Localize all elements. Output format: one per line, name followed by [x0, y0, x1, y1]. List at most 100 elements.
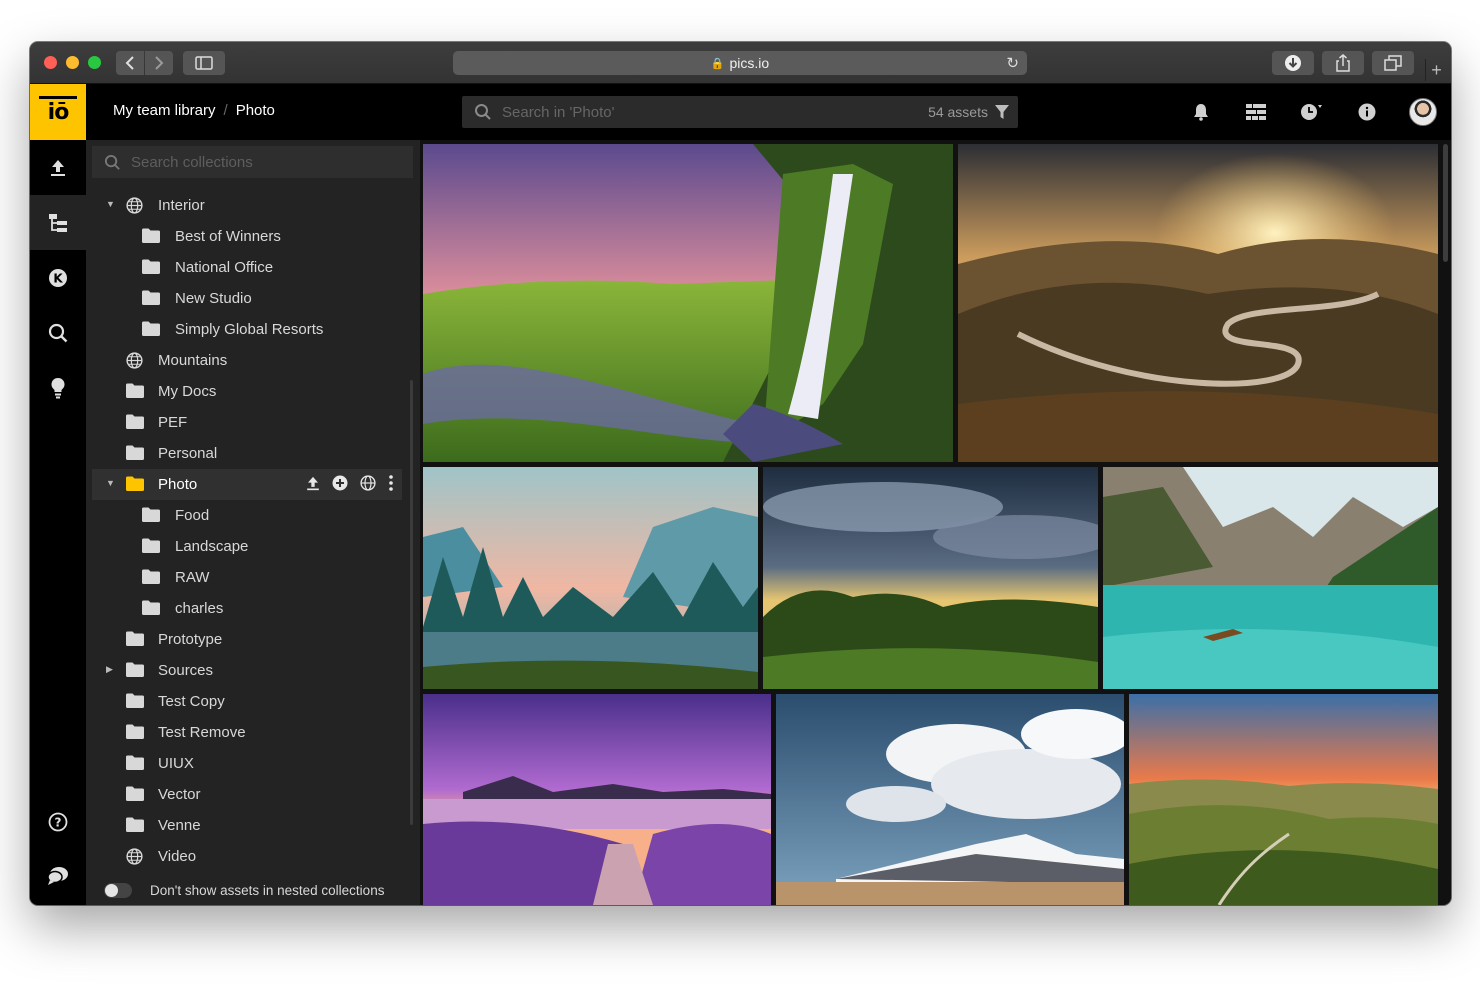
chat-icon [47, 866, 68, 885]
close-window-button[interactable] [44, 56, 57, 69]
collection-item[interactable]: Test Copy [92, 686, 402, 717]
caret-right-icon[interactable]: ▶ [106, 664, 116, 675]
collection-item[interactable]: Simply Global Resorts [92, 314, 402, 345]
collection-item[interactable]: Video [92, 841, 402, 872]
collection-item[interactable]: Food [92, 500, 402, 531]
collection-label: Food [175, 507, 210, 524]
breadcrumb-current: Photo [235, 102, 275, 119]
clock-icon [1301, 104, 1322, 120]
folder-icon [142, 538, 160, 554]
tabs-icon [1384, 55, 1402, 71]
collection-item[interactable]: Vector [92, 779, 402, 810]
asset-thumbnail[interactable] [1103, 467, 1438, 689]
rail-ideas-button[interactable] [30, 360, 86, 415]
asset-thumbnail[interactable] [423, 694, 771, 905]
add-subcollection-icon[interactable] [332, 475, 348, 495]
breadcrumb-library[interactable]: My team library [113, 102, 216, 119]
nested-assets-label: Don't show assets in nested collections [150, 882, 385, 898]
collection-item[interactable]: charles [92, 593, 402, 624]
collection-item[interactable]: ▼ Photo [92, 469, 402, 500]
collection-item[interactable]: RAW [92, 562, 402, 593]
collections-search-input[interactable] [131, 153, 391, 171]
asset-thumbnail[interactable] [763, 467, 1098, 689]
rail-chat-button[interactable] [30, 848, 86, 903]
nested-assets-toggle[interactable] [104, 882, 132, 898]
more-options-icon[interactable] [388, 475, 394, 495]
collection-item[interactable]: Prototype [92, 624, 402, 655]
collection-item[interactable]: Mountains [92, 345, 402, 376]
help-icon: ? [48, 812, 68, 831]
notifications-button[interactable] [1189, 100, 1213, 124]
maximize-window-button[interactable] [88, 56, 101, 69]
rail-upload-button[interactable] [30, 140, 86, 195]
search-icon [48, 323, 68, 342]
collection-item[interactable]: Best of Winners [92, 221, 402, 252]
collections-scrollbar[interactable] [410, 380, 413, 825]
rail-help-button[interactable]: ? [30, 794, 86, 849]
winding-road-photo [958, 144, 1438, 462]
collection-label: My Docs [158, 383, 217, 400]
folder-icon [126, 724, 144, 740]
collection-item[interactable]: UIUX [92, 748, 402, 779]
share-button[interactable] [1322, 51, 1364, 75]
folder-icon [142, 321, 160, 337]
rail-keywords-button[interactable]: K [30, 250, 86, 305]
folder-icon [126, 693, 144, 709]
collection-item[interactable]: ▶ Sources [92, 655, 402, 686]
asset-thumbnail[interactable] [958, 144, 1438, 462]
collection-label: Interior [158, 197, 205, 214]
caret-down-icon[interactable]: ▼ [106, 478, 116, 488]
lavender-lake-photo [423, 694, 771, 905]
collection-item[interactable]: National Office [92, 252, 402, 283]
filter-icon[interactable] [994, 104, 1010, 120]
collection-label: Personal [158, 445, 218, 462]
collection-item[interactable]: New Studio [92, 283, 402, 314]
asset-search-input[interactable] [502, 103, 882, 121]
avatar[interactable] [1409, 98, 1437, 126]
picsio-logo[interactable]: iō [30, 84, 86, 140]
sidebar-toggle-button[interactable] [183, 51, 225, 75]
mountain-lake-photo [1103, 467, 1438, 689]
keywords-icon: K [49, 268, 67, 287]
folder-icon [126, 817, 144, 833]
collection-label: Test Remove [158, 724, 246, 741]
folder-icon [142, 569, 160, 585]
minimize-window-button[interactable] [66, 56, 79, 69]
collection-item[interactable]: My Docs [92, 376, 402, 407]
address-bar[interactable]: 🔒 pics.io ↻ [453, 51, 1027, 75]
history-button[interactable] [1300, 100, 1324, 124]
folder-icon [126, 445, 144, 461]
collection-item[interactable]: Venne [92, 810, 402, 841]
chevron-right-icon [155, 56, 164, 70]
collection-item[interactable]: Personal [92, 438, 402, 469]
collection-label: New Studio [175, 290, 252, 307]
asset-thumbnail[interactable] [423, 144, 953, 462]
asset-thumbnail[interactable] [423, 467, 758, 689]
browser-toolbar: 🔒 pics.io ↻ + [30, 42, 1451, 84]
tab-overview-button[interactable] [1372, 51, 1414, 75]
collection-item[interactable]: ▼ Interior [92, 190, 402, 221]
rail-collections-button[interactable] [30, 195, 86, 250]
website-icon[interactable] [360, 475, 376, 495]
grid-scrollbar[interactable] [1443, 144, 1448, 262]
collection-label: Best of Winners [175, 228, 281, 245]
downloads-button[interactable] [1272, 51, 1314, 75]
info-button[interactable] [1355, 100, 1379, 124]
valley-river-photo [423, 467, 758, 689]
asset-thumbnail[interactable] [776, 694, 1124, 905]
reload-icon[interactable]: ↻ [1006, 54, 1019, 72]
caret-down-icon[interactable]: ▼ [106, 199, 116, 209]
collection-label: National Office [175, 259, 274, 276]
back-button[interactable] [116, 51, 144, 75]
new-tab-button[interactable]: + [1425, 59, 1447, 81]
upload-to-collection-icon[interactable] [306, 476, 320, 495]
asset-grid [420, 140, 1451, 905]
forest-sunrays-photo [763, 467, 1098, 689]
view-mode-button[interactable] [1244, 100, 1268, 124]
rail-search-button[interactable] [30, 305, 86, 360]
forward-button[interactable] [145, 51, 173, 75]
asset-thumbnail[interactable] [1129, 694, 1438, 905]
collection-item[interactable]: Test Remove [92, 717, 402, 748]
collection-item[interactable]: Landscape [92, 531, 402, 562]
collection-item[interactable]: PEF [92, 407, 402, 438]
